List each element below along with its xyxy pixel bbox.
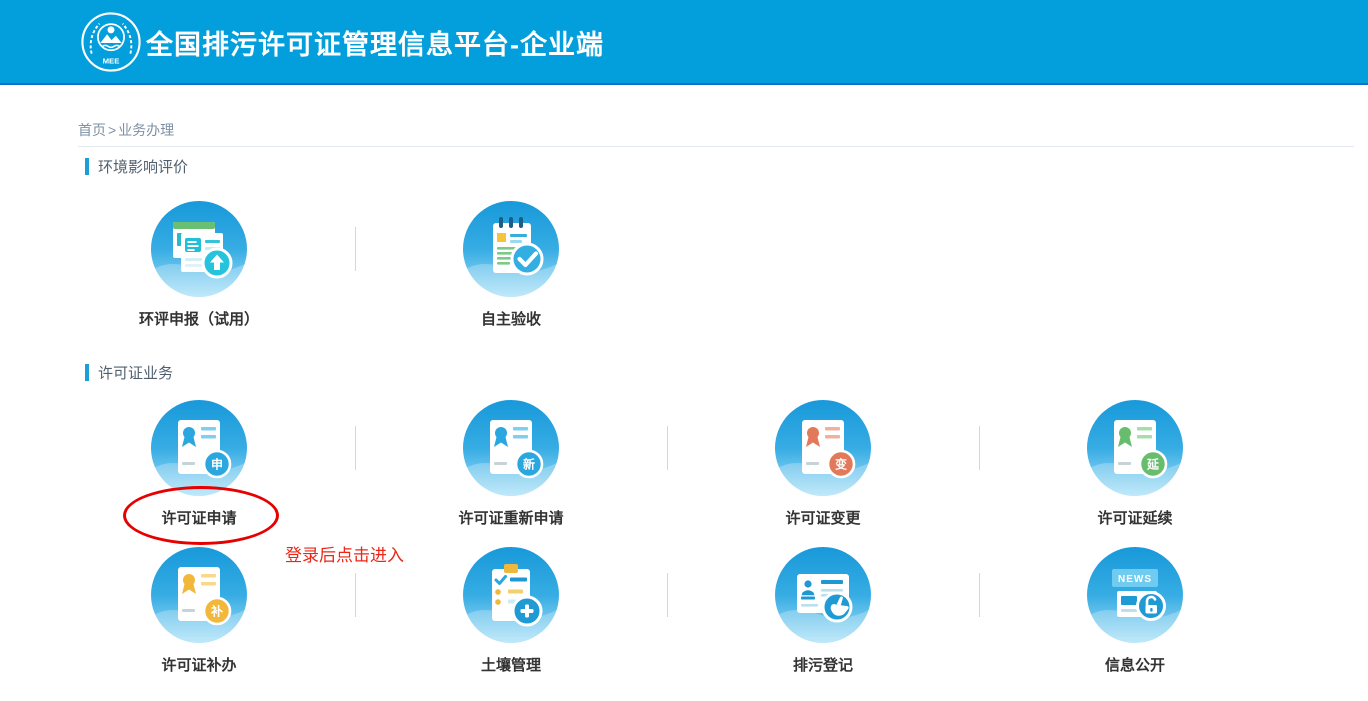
- divider: [979, 573, 980, 617]
- permit-extension-icon: 延: [1087, 400, 1183, 496]
- app-item-label: 环评申报（试用）: [139, 310, 259, 330]
- self-acceptance-check-icon: [463, 201, 559, 297]
- mee-logo-icon: MEE: [80, 11, 142, 73]
- app-item-eia-declare[interactable]: 环评申报（试用）: [43, 201, 355, 330]
- page: MEE 全国排污许可证管理信息平台-企业端 首页>业务办理 环境影响评价: [0, 0, 1368, 701]
- app-item-label: 排污登记: [793, 656, 853, 676]
- section-title-text: 许可证业务: [98, 362, 173, 383]
- app-item-self-acceptance[interactable]: 自主验收: [355, 201, 667, 330]
- eia-row: 环评申报（试用）: [43, 201, 1291, 330]
- breadcrumb-separator: >: [108, 122, 116, 138]
- app-item-label: 信息公开: [1105, 656, 1165, 676]
- section-title-permit: 许可证业务: [85, 362, 173, 382]
- divider: [667, 426, 668, 470]
- permit-reissue-icon: 补: [151, 547, 247, 643]
- badge-char: 延: [1146, 457, 1160, 472]
- section-title-text: 环境影响评价: [98, 156, 188, 177]
- news-text: NEWS: [1118, 574, 1152, 585]
- app-item-discharge-registration[interactable]: 排污登记: [667, 547, 979, 676]
- app-item-label: 许可证补办: [161, 656, 236, 676]
- app-item-permit-change[interactable]: 变 许可证变更: [667, 400, 979, 529]
- app-item-soil-management[interactable]: 土壤管理: [355, 547, 667, 676]
- breadcrumb-current: 业务办理: [118, 122, 174, 138]
- discharge-registration-hand-icon: [775, 547, 871, 643]
- app-item-permit-apply[interactable]: 申 许可证申请: [43, 400, 355, 529]
- divider: [667, 573, 668, 617]
- app-item-information-disclosure[interactable]: NEWS 信息公开: [979, 547, 1291, 676]
- app-item-permit-reapply[interactable]: 新 许可证重新申请: [355, 400, 667, 529]
- badge-char: 补: [210, 604, 223, 619]
- app-item-permit-extension[interactable]: 延 许可证延续: [979, 400, 1291, 529]
- app-item-label: 许可证延续: [1097, 509, 1172, 529]
- soil-management-plus-icon: [463, 547, 559, 643]
- divider: [355, 573, 356, 617]
- breadcrumb: 首页>业务办理: [78, 120, 174, 140]
- app-item-label: 许可证变更: [785, 509, 860, 529]
- breadcrumb-home[interactable]: 首页: [78, 122, 106, 138]
- app-item-label: 自主验收: [481, 310, 541, 330]
- divider: [979, 426, 980, 470]
- app-item-label: 土壤管理: [481, 656, 541, 676]
- divider: [355, 227, 356, 271]
- divider: [355, 426, 356, 470]
- breadcrumb-divider: [78, 146, 1354, 147]
- section-title-bar: [85, 364, 89, 381]
- header-bar: MEE 全国排污许可证管理信息平台-企业端: [0, 0, 1368, 85]
- permit-change-icon: 变: [775, 400, 871, 496]
- badge-char: 新: [523, 457, 535, 472]
- app-item-permit-reissue[interactable]: 补 许可证补办: [43, 547, 355, 676]
- mee-logo-text: MEE: [103, 56, 120, 65]
- section-title-bar: [85, 158, 89, 175]
- information-disclosure-unlock-icon: NEWS: [1087, 547, 1183, 643]
- permit-apply-icon: 申: [151, 400, 247, 496]
- badge-char: 申: [211, 457, 223, 472]
- section-title-eia: 环境影响评价: [85, 156, 188, 176]
- permit-reapply-icon: 新: [463, 400, 559, 496]
- app-item-label: 许可证申请: [161, 509, 236, 529]
- eia-declare-upload-icon: [151, 201, 247, 297]
- badge-char: 变: [835, 457, 847, 472]
- app-item-label: 许可证重新申请: [458, 509, 563, 529]
- page-title: 全国排污许可证管理信息平台-企业端: [146, 0, 604, 85]
